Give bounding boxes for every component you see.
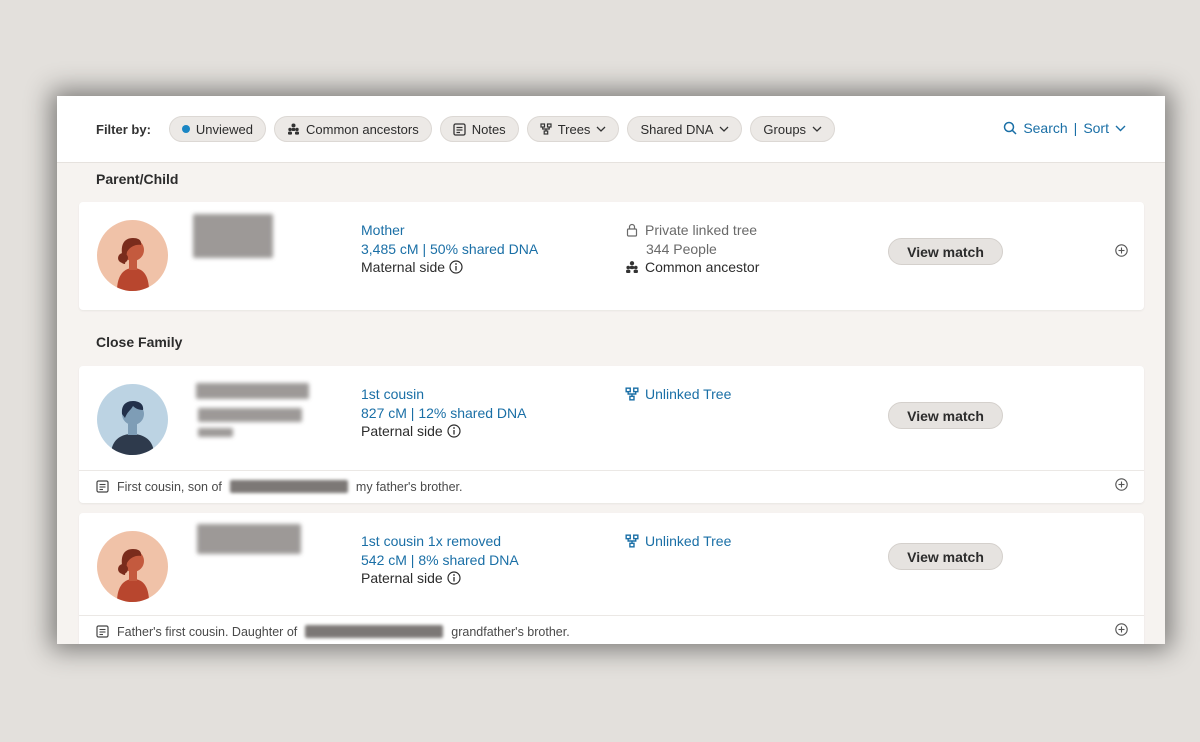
info-icon[interactable]: [447, 424, 461, 438]
side-info: Paternal side: [361, 569, 519, 588]
unviewed-dot-icon: [181, 125, 190, 133]
filter-chip-groups[interactable]: Groups: [750, 116, 836, 142]
side-label: Paternal side: [361, 570, 443, 586]
match-note: First cousin, son of my father's brother…: [79, 470, 1144, 502]
redacted-name: [193, 214, 273, 258]
common-ancestor-icon: [626, 261, 638, 274]
side-info: Paternal side: [361, 422, 527, 441]
view-match-button[interactable]: View match: [888, 402, 1003, 429]
info-icon[interactable]: [447, 571, 461, 585]
match-card: 1st cousin 827 cM | 12% shared DNA Pater…: [79, 366, 1144, 503]
side-info: Maternal side: [361, 258, 538, 277]
note-icon: [453, 122, 466, 136]
filter-chip-label: Trees: [557, 121, 591, 137]
redacted-name: [198, 408, 302, 422]
match-card: Mother 3,485 cM | 50% shared DNA Materna…: [79, 202, 1144, 310]
filter-chip-label: Common ancestors: [306, 121, 419, 137]
filter-chip-shared-dna[interactable]: Shared DNA: [627, 116, 743, 142]
expand-plus-icon[interactable]: [1115, 478, 1128, 491]
match-card: 1st cousin 1x removed 542 cM | 8% shared…: [79, 513, 1144, 644]
info-icon[interactable]: [449, 260, 463, 274]
redacted-name: [197, 524, 301, 554]
section-title-parent-child: Parent/Child: [96, 171, 179, 187]
sort-button[interactable]: Sort: [1083, 120, 1109, 136]
tree-icon: [540, 123, 552, 135]
filter-chip-notes[interactable]: Notes: [439, 116, 519, 142]
chevron-down-icon: [719, 126, 729, 132]
filter-chip-label: Shared DNA: [640, 121, 714, 137]
filter-chip-unviewed[interactable]: Unviewed: [168, 116, 266, 142]
filter-label: Filter by:: [96, 121, 151, 137]
relationship-link[interactable]: 1st cousin: [361, 385, 527, 404]
lock-icon: [626, 224, 638, 237]
note-text: First cousin, son of: [117, 479, 222, 494]
view-match-button[interactable]: View match: [888, 238, 1003, 265]
filter-chip-label: Notes: [471, 121, 506, 137]
note-text: grandfather's brother.: [451, 624, 570, 639]
search-sort-controls: Search | Sort: [1003, 120, 1126, 136]
note-text: my father's brother.: [355, 479, 463, 494]
shared-dna-link[interactable]: 542 cM | 8% shared DNA: [361, 551, 519, 570]
common-ancestor-label[interactable]: Common ancestor: [645, 258, 759, 277]
section-title-close-family: Close Family: [96, 334, 183, 350]
filter-chip-label: Groups: [763, 121, 807, 137]
redacted-name: [305, 625, 444, 638]
search-icon[interactable]: [1003, 121, 1017, 135]
chevron-down-icon: [596, 126, 606, 132]
expand-plus-icon[interactable]: [1115, 244, 1128, 257]
tree-status: Private linked tree: [645, 222, 758, 238]
filter-chip-label: Unviewed: [195, 121, 253, 137]
shared-dna-link[interactable]: 827 cM | 12% shared DNA: [361, 404, 527, 423]
search-button[interactable]: Search: [1023, 120, 1067, 136]
unlinked-tree-link[interactable]: Unlinked Tree: [645, 532, 731, 551]
expand-plus-icon[interactable]: [1115, 623, 1128, 636]
filter-chip-common-ancestors[interactable]: Common ancestors: [274, 116, 432, 142]
side-label: Maternal side: [361, 259, 446, 275]
redacted-name: [196, 383, 309, 399]
tree-people-count: 344 People: [646, 240, 717, 257]
tree-info: Unlinked Tree: [625, 532, 731, 551]
filter-chip-trees[interactable]: Trees: [526, 116, 620, 142]
male-avatar[interactable]: [97, 384, 168, 455]
relationship-link[interactable]: Mother: [361, 221, 538, 240]
relationship-link[interactable]: 1st cousin 1x removed: [361, 532, 519, 551]
tree-info: Unlinked Tree: [625, 385, 731, 404]
tree-icon: [625, 534, 639, 548]
people-icon: [288, 123, 299, 135]
unlinked-tree-link[interactable]: Unlinked Tree: [645, 385, 731, 404]
relationship-info: 1st cousin 1x removed 542 cM | 8% shared…: [361, 532, 519, 588]
chevron-down-icon: [812, 126, 822, 132]
side-label: Paternal side: [361, 423, 443, 439]
dna-matches-panel: Filter by: Unviewed Common ancestors Not…: [57, 96, 1165, 644]
match-note: Father's first cousin. Daughter of grand…: [79, 615, 1144, 644]
redacted-name: [229, 480, 348, 493]
redacted-name: [198, 428, 233, 437]
filter-bar: Filter by: Unviewed Common ancestors Not…: [57, 96, 1165, 163]
note-icon: [96, 480, 109, 493]
relationship-info: 1st cousin 827 cM | 12% shared DNA Pater…: [361, 385, 527, 441]
note-text: Father's first cousin. Daughter of: [117, 624, 298, 639]
separator: |: [1073, 120, 1078, 136]
shared-dna-link[interactable]: 3,485 cM | 50% shared DNA: [361, 240, 538, 259]
view-match-button[interactable]: View match: [888, 543, 1003, 570]
female-avatar[interactable]: [97, 220, 168, 291]
note-icon: [96, 625, 109, 638]
relationship-info: Mother 3,485 cM | 50% shared DNA Materna…: [361, 221, 538, 277]
female-avatar[interactable]: [97, 531, 168, 602]
chevron-down-icon[interactable]: [1115, 125, 1126, 132]
tree-info: Private linked tree 344 People Common an…: [625, 221, 759, 277]
tree-icon: [625, 387, 639, 401]
